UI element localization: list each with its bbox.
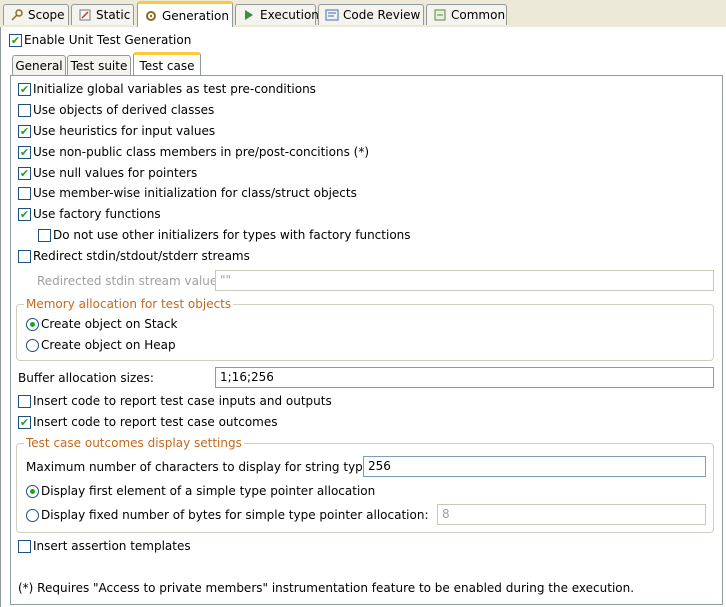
create-on-heap-label: Create object on Heap [41,338,176,352]
non-public-members-label: Use non-public class members in pre/post… [33,145,370,159]
memory-allocation-title: Memory allocation for test objects [24,297,234,311]
assertion-templates-label: Insert assertion templates [33,539,191,553]
fixed-bytes-input[interactable]: 8 [437,504,706,525]
redirect-streams-label: Redirect stdin/stdout/stderr streams [33,249,250,263]
display-fixed-bytes-label: Display fixed number of bytes for simple… [41,508,429,522]
non-public-members-checkbox[interactable]: ✔ [18,146,31,159]
tab-scope-label: Scope [28,8,65,22]
tab-execution[interactable]: Execution [235,4,319,25]
report-outcomes-label: Insert code to report test case outcomes [33,415,278,429]
code-review-icon [325,8,339,22]
null-pointers-label: Use null values for pointers [33,166,198,180]
create-on-stack-label: Create object on Stack [41,317,178,331]
max-chars-label: Maximum number of characters to display … [26,460,381,474]
buffer-sizes-input[interactable]: 1;16;256 [215,367,714,388]
derived-classes-checkbox[interactable] [18,104,31,117]
create-on-heap-radio[interactable] [26,339,39,352]
init-globals-checkbox[interactable]: ✔ [18,83,31,96]
init-globals-label: Initialize global variables as test pre-… [33,82,316,96]
tab-static-label: Static [96,8,131,22]
redirect-streams-checkbox[interactable] [18,250,31,263]
factory-functions-checkbox[interactable]: ✔ [18,208,31,221]
tab-scope[interactable]: Scope [3,4,69,25]
assertion-templates-checkbox[interactable] [18,540,31,553]
inner-tab-general[interactable]: General [12,55,66,75]
inner-tab-test-suite-label: Test suite [70,58,128,73]
inner-tab-general-label: General [15,58,63,73]
tab-generation-label: Generation [162,9,229,23]
static-icon [78,8,92,22]
display-fixed-bytes-radio[interactable] [26,509,39,522]
member-wise-init-label: Use member-wise initialization for class… [33,186,357,200]
member-wise-init-checkbox[interactable] [18,187,31,200]
enable-unit-test-label: Enable Unit Test Generation [24,33,192,47]
outcomes-display-title: Test case outcomes display settings [24,436,244,450]
heuristics-checkbox[interactable]: ✔ [18,125,31,138]
enable-unit-test-checkbox[interactable]: ✔ [9,34,22,47]
report-inputs-outputs-label: Insert code to report test case inputs a… [33,394,332,408]
no-other-initializers-label: Do not use other initializers for types … [53,228,411,242]
tab-common-label: Common [451,8,506,22]
null-pointers-checkbox[interactable]: ✔ [18,167,31,180]
inner-tab-test-suite[interactable]: Test suite [67,55,131,75]
redirect-stdin-input[interactable]: "" [215,270,714,291]
inner-tab-test-case[interactable]: Test case [133,52,201,76]
gear-icon [144,9,158,23]
redirect-stdin-label: Redirected stdin stream value [37,274,218,288]
report-outcomes-checkbox[interactable]: ✔ [18,416,31,429]
buffer-sizes-label: Buffer allocation sizes: [18,371,154,385]
display-first-element-radio[interactable] [26,485,39,498]
factory-functions-label: Use factory functions [33,207,161,221]
heuristics-label: Use heuristics for input values [33,124,216,138]
key-icon [10,8,24,22]
tab-generation[interactable]: Generation [137,1,233,28]
tab-common[interactable]: Common [426,4,507,25]
tab-static[interactable]: Static [71,4,134,25]
inner-tab-test-case-label: Test case [139,58,195,73]
report-inputs-outputs-checkbox[interactable] [18,395,31,408]
tab-code-review-label: Code Review [343,8,421,22]
derived-classes-label: Use objects of derived classes [33,103,215,117]
footnote: (*) Requires "Access to private members"… [18,581,635,595]
tab-code-review[interactable]: Code Review [318,4,424,25]
create-on-stack-radio[interactable] [26,318,39,331]
tab-execution-label: Execution [260,8,319,22]
display-first-element-label: Display first element of a simple type p… [41,484,376,498]
max-chars-input[interactable]: 256 [363,456,706,477]
memory-allocation-group [16,304,714,361]
no-other-initializers-checkbox[interactable] [38,229,51,242]
common-icon [433,8,447,22]
execution-icon [242,8,256,22]
